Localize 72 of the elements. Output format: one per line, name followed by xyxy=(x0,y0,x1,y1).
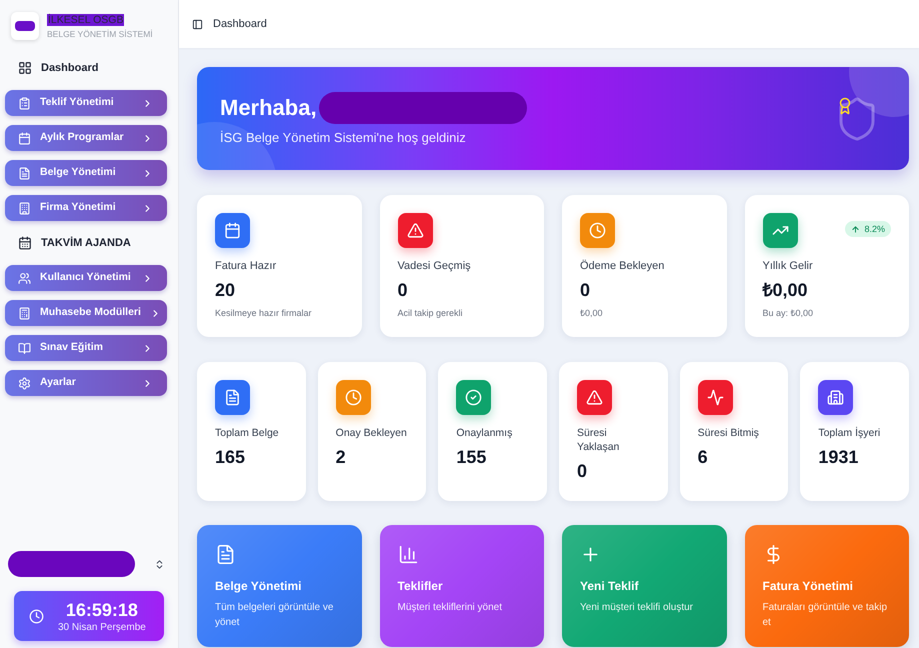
book-icon xyxy=(18,342,31,354)
sidebar-menu-item[interactable]: Sınav Eğitim xyxy=(5,335,167,361)
action-description: Yeni müşteri teklifi oluştur xyxy=(580,601,694,615)
document-icon xyxy=(215,544,236,565)
stat-note: Acil takip gerekli xyxy=(398,307,464,319)
action-card[interactable]: Teklifler Müşteri tekliflerini yönet xyxy=(380,525,544,647)
action-title: Teklifler xyxy=(398,578,443,594)
brand-subtitle: BELGE YÖNETİM SİSTEMİ xyxy=(47,28,153,38)
action-card[interactable]: Yeni Teklif Yeni müşteri teklifi oluştur xyxy=(562,525,726,647)
stat-label: Toplam Belge xyxy=(215,426,280,440)
stat-note: Kesilmeye hazır firmalar xyxy=(215,307,313,319)
stat-label: Süresi Yaklaşan xyxy=(576,426,620,454)
clock-icon xyxy=(29,608,44,624)
stat-label: Onay Bekleyen xyxy=(336,426,408,440)
stat-label: Fatura Hazır xyxy=(215,259,278,273)
users-icon xyxy=(18,272,31,284)
sidebar-menu-item[interactable]: Ayarlar xyxy=(5,370,167,396)
action-card[interactable]: Belge Yönetimi Tüm belgeleri görüntüle ve yönet xyxy=(197,525,362,647)
sidebar-menu-item[interactable]: Kullanıcı Yönetimi xyxy=(5,265,167,291)
action-description: Tüm belgeleri görüntüle ve yönet xyxy=(215,601,334,630)
stat-label: Yıllık Gelir xyxy=(762,259,814,273)
stat-value: 0 xyxy=(398,279,409,301)
sidebar-menu-item[interactable]: Belge Yönetimi xyxy=(5,160,167,186)
stat-value: 1931 xyxy=(818,446,860,468)
action-description: Müşteri tekliflerini yönet xyxy=(398,601,502,615)
sidebar-toggle-icon[interactable] xyxy=(192,18,203,30)
stat-value: 0 xyxy=(576,460,588,482)
page-title: Dashboard xyxy=(213,16,267,32)
action-title: Belge Yönetimi xyxy=(215,578,302,594)
welcome-subtitle: İSG Belge Yönetim Sistemi'ne hoş geldiniz xyxy=(220,130,466,146)
clock-time: 16:59:18 xyxy=(66,598,138,620)
chevron-up-down-icon xyxy=(154,558,165,570)
action-title: Fatura Yönetimi xyxy=(762,578,853,594)
stat-note: Bu ay: ₺0,00 xyxy=(762,307,814,319)
stat-label: Toplam İşyeri xyxy=(818,426,882,440)
user-menu-button[interactable] xyxy=(8,548,165,580)
clipboard-icon xyxy=(18,96,31,110)
sidebar-link[interactable]: TAKVİM AJANDA xyxy=(5,230,167,256)
sidebar-menu-item[interactable]: Muhasebe Modülleri xyxy=(5,300,167,326)
stat-label: Vadesi Geçmiş xyxy=(398,259,472,273)
action-description: Faturaları görüntüle ve takip et xyxy=(762,601,888,630)
stat-label: Ödeme Bekleyen xyxy=(580,259,666,273)
stat-value: 6 xyxy=(698,446,709,468)
settings-icon xyxy=(18,376,31,390)
stat-label: Süresi Bitmiş xyxy=(698,426,760,440)
stat-value: ₺0,00 xyxy=(762,279,809,301)
calculator-icon xyxy=(18,306,31,320)
sidebar-menu-item[interactable]: Firma Yönetimi xyxy=(5,195,167,221)
document-icon xyxy=(18,166,31,180)
action-title: Yeni Teklif xyxy=(580,578,638,594)
action-card[interactable]: Fatura Yönetimi Faturaları görüntüle ve takip et xyxy=(744,525,909,647)
stat-value: 2 xyxy=(336,446,347,468)
trend-value: 8.2% xyxy=(864,224,885,234)
building-icon xyxy=(18,202,31,214)
redaction-mark xyxy=(15,21,35,31)
calendar-icon xyxy=(18,132,31,144)
stat-value: 155 xyxy=(456,446,488,468)
stat-note: ₺0,00 xyxy=(580,307,604,319)
arrow-up-icon xyxy=(851,224,860,234)
stat-value: 20 xyxy=(215,279,236,301)
sidebar-menu-item[interactable]: Teklif Yönetimi xyxy=(5,90,167,116)
clock-date: 30 Nisan Perşembe xyxy=(58,620,146,634)
calendar-icon xyxy=(18,236,32,250)
stat-label: Onaylanmış xyxy=(456,426,514,440)
stat-value: 0 xyxy=(580,279,592,301)
bar-chart-icon xyxy=(398,544,418,565)
grid-icon xyxy=(18,61,32,75)
sidebar-link[interactable]: Dashboard xyxy=(5,55,167,81)
brand-name: İLKESEL OSGB xyxy=(47,14,124,26)
sidebar-menu-item[interactable]: Aylık Programlar xyxy=(5,125,167,151)
stat-value: 165 xyxy=(215,446,246,468)
greeting-text: Merhaba, xyxy=(220,94,317,122)
